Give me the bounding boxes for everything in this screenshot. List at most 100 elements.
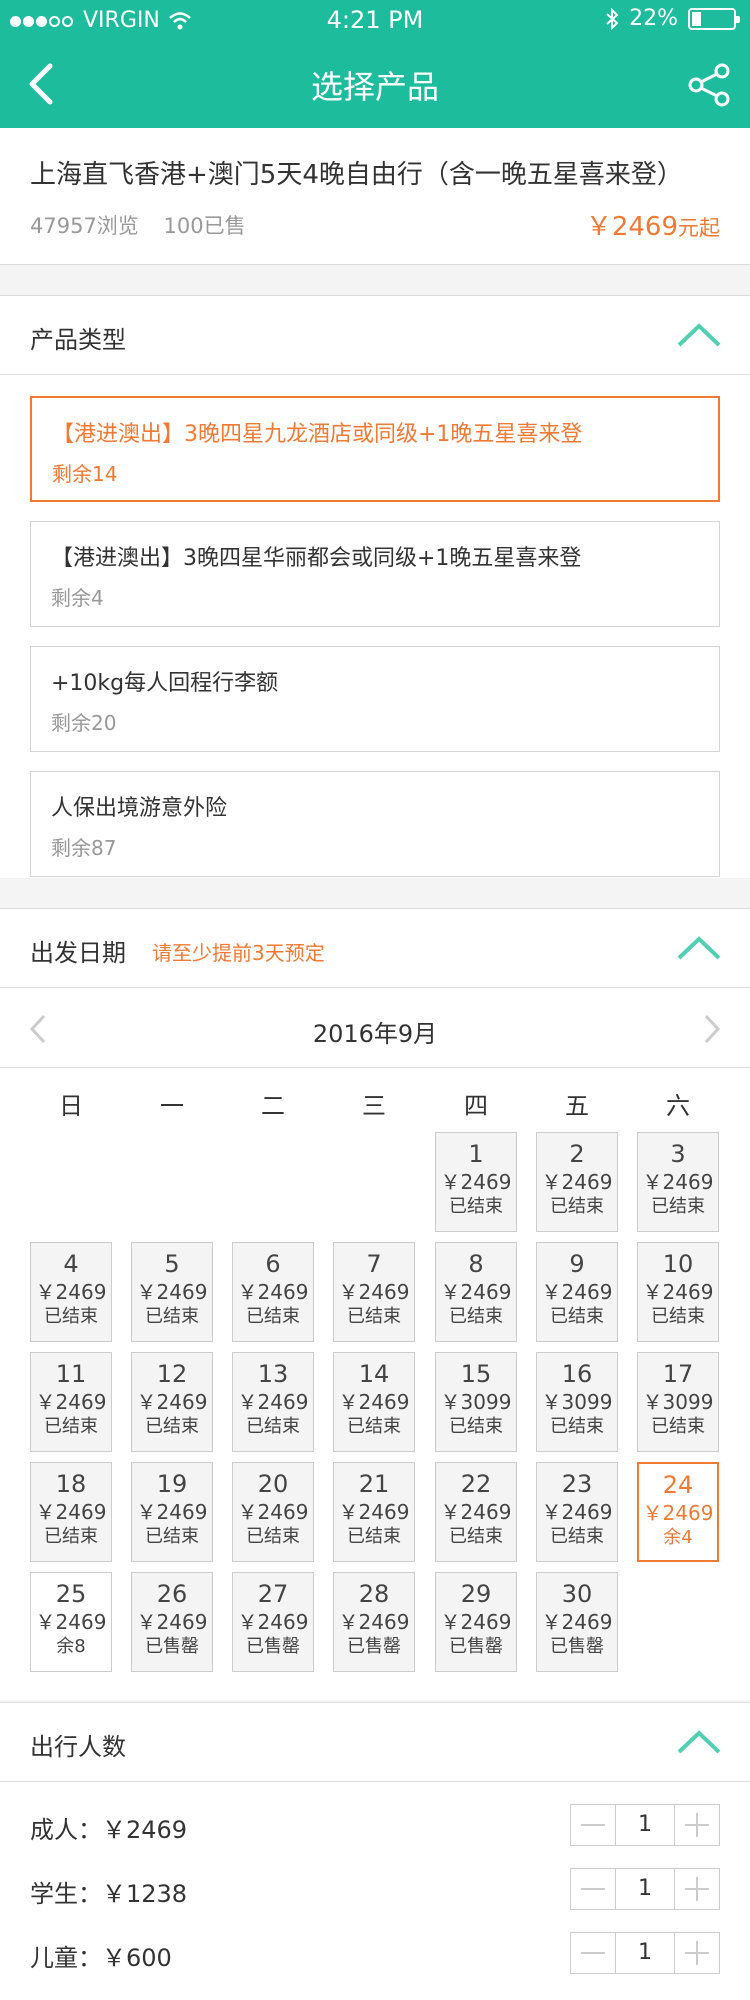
day-number: 18 bbox=[55, 1470, 87, 1498]
day-number: 5 bbox=[164, 1250, 180, 1278]
day-price: ￥2469 bbox=[237, 1390, 309, 1414]
battery-percent: 22% bbox=[629, 6, 678, 31]
calendar-day[interactable]: 7 ￥2469 已结束 bbox=[333, 1242, 415, 1342]
day-number: 20 bbox=[257, 1470, 289, 1498]
chevron-up-icon[interactable] bbox=[676, 1729, 722, 1755]
calendar-day[interactable]: 23 ￥2469 已结束 bbox=[536, 1462, 618, 1562]
calendar-day[interactable]: 17 ￥3099 已结束 bbox=[637, 1352, 719, 1452]
calendar-day[interactable]: 2 ￥2469 已结束 bbox=[536, 1132, 618, 1232]
calendar-day[interactable]: 20 ￥2469 已结束 bbox=[232, 1462, 314, 1562]
quantity-stepper: 1 bbox=[570, 1868, 720, 1910]
day-status: 已结束 bbox=[449, 1416, 503, 1437]
type-option-1[interactable]: 【港进澳出】3晚四星九龙酒店或同级+1晚五星喜来登 剩余14 bbox=[30, 396, 720, 502]
type-option-remain: 剩余87 bbox=[51, 836, 117, 860]
quantity-value[interactable]: 1 bbox=[615, 1805, 675, 1845]
calendar-day[interactable]: 4 ￥2469 已结束 bbox=[30, 1242, 112, 1342]
day-number: 12 bbox=[156, 1360, 188, 1388]
calendar-day[interactable]: 3 ￥2469 已结束 bbox=[637, 1132, 719, 1232]
divider bbox=[0, 878, 750, 908]
calendar-day[interactable]: 19 ￥2469 已结束 bbox=[131, 1462, 213, 1562]
types-header[interactable]: 产品类型 bbox=[0, 295, 750, 375]
day-price: ￥2469 bbox=[642, 1170, 714, 1194]
day-status: 已结束 bbox=[651, 1306, 705, 1327]
day-status: 已结束 bbox=[246, 1306, 300, 1327]
calendar-day[interactable]: 22 ￥2469 已结束 bbox=[435, 1462, 517, 1562]
type-option-2[interactable]: 【港进澳出】3晚四星华丽都会或同级+1晚五星喜来登 剩余4 bbox=[30, 521, 720, 627]
day-number: 4 bbox=[63, 1250, 79, 1278]
day-number: 6 bbox=[265, 1250, 281, 1278]
day-number: 26 bbox=[156, 1580, 188, 1608]
day-status: 已结束 bbox=[145, 1526, 199, 1547]
calendar-day[interactable]: 14 ￥2469 已结束 bbox=[333, 1352, 415, 1452]
calendar-day[interactable]: 26 ￥2469 已售罄 bbox=[131, 1572, 213, 1672]
calendar-day[interactable]: 25 ￥2469 余8 bbox=[30, 1572, 112, 1672]
plus-button[interactable] bbox=[675, 1805, 719, 1845]
plus-button[interactable] bbox=[675, 1933, 719, 1973]
day-price: ￥2469 bbox=[440, 1500, 512, 1524]
weekday-label: 五 bbox=[565, 1092, 589, 1120]
type-option-title: 【港进澳出】3晚四星华丽都会或同级+1晚五星喜来登 bbox=[51, 546, 582, 571]
day-status: 已结束 bbox=[651, 1416, 705, 1437]
travellers-label: 出行人数 bbox=[30, 1733, 126, 1761]
type-option-remain: 剩余14 bbox=[52, 462, 118, 486]
calendar-day[interactable]: 6 ￥2469 已结束 bbox=[232, 1242, 314, 1342]
calendar-day[interactable]: 27 ￥2469 已售罄 bbox=[232, 1572, 314, 1672]
day-status: 已结束 bbox=[550, 1526, 604, 1547]
quantity-stepper: 1 bbox=[570, 1804, 720, 1846]
day-status: 已结束 bbox=[347, 1416, 401, 1437]
sold-count: 100已售 bbox=[163, 214, 246, 238]
quantity-value[interactable]: 1 bbox=[615, 1933, 675, 1973]
day-status: 余4 bbox=[663, 1527, 693, 1548]
day-status: 已结束 bbox=[449, 1306, 503, 1327]
calendar-day[interactable]: 29 ￥2469 已售罄 bbox=[435, 1572, 517, 1672]
traveller-label: 儿童：￥600 bbox=[30, 1944, 172, 1972]
calendar-day[interactable]: 15 ￥3099 已结束 bbox=[435, 1352, 517, 1452]
minus-button[interactable] bbox=[571, 1933, 615, 1973]
minus-button[interactable] bbox=[571, 1869, 615, 1909]
type-option-3[interactable]: +10kg每人回程行李额 剩余20 bbox=[30, 646, 720, 752]
chevron-up-icon[interactable] bbox=[676, 322, 722, 348]
type-option-title: 【港进澳出】3晚四星九龙酒店或同级+1晚五星喜来登 bbox=[52, 422, 583, 447]
month-bar: 2016年9月 bbox=[0, 990, 750, 1068]
calendar-day[interactable]: 11 ￥2469 已结束 bbox=[30, 1352, 112, 1452]
day-number: 8 bbox=[468, 1250, 484, 1278]
calendar-day[interactable]: 13 ￥2469 已结束 bbox=[232, 1352, 314, 1452]
travellers-header[interactable]: 出行人数 bbox=[0, 1702, 750, 1782]
calendar-day[interactable]: 8 ￥2469 已结束 bbox=[435, 1242, 517, 1342]
type-option-remain: 剩余4 bbox=[51, 586, 104, 610]
day-number: 16 bbox=[561, 1360, 593, 1388]
minus-button[interactable] bbox=[571, 1805, 615, 1845]
chevron-up-icon[interactable] bbox=[676, 935, 722, 961]
date-header[interactable]: 出发日期 请至少提前3天预定 bbox=[0, 908, 750, 988]
day-price: ￥2469 bbox=[35, 1280, 107, 1304]
next-month-icon[interactable] bbox=[702, 1014, 722, 1044]
calendar-day[interactable]: 16 ￥3099 已结束 bbox=[536, 1352, 618, 1452]
type-option-remain: 剩余20 bbox=[51, 711, 117, 735]
type-option-4[interactable]: 人保出境游意外险 剩余87 bbox=[30, 771, 720, 877]
calendar-day[interactable]: 24 ￥2469 余4 bbox=[637, 1462, 719, 1562]
calendar-day[interactable]: 10 ￥2469 已结束 bbox=[637, 1242, 719, 1342]
day-price: ￥2469 bbox=[237, 1610, 309, 1634]
calendar-day[interactable]: 30 ￥2469 已售罄 bbox=[536, 1572, 618, 1672]
day-price: ￥2469 bbox=[642, 1501, 714, 1525]
quantity-value[interactable]: 1 bbox=[615, 1869, 675, 1909]
day-number: 1 bbox=[468, 1140, 484, 1168]
calendar-day[interactable]: 28 ￥2469 已售罄 bbox=[333, 1572, 415, 1672]
day-status: 已售罄 bbox=[246, 1636, 300, 1657]
day-price: ￥2469 bbox=[35, 1390, 107, 1414]
day-number: 3 bbox=[670, 1140, 686, 1168]
calendar-day[interactable]: 1 ￥2469 已结束 bbox=[435, 1132, 517, 1232]
calendar-day[interactable]: 9 ￥2469 已结束 bbox=[536, 1242, 618, 1342]
day-price: ￥2469 bbox=[237, 1500, 309, 1524]
calendar-day[interactable]: 18 ￥2469 已结束 bbox=[30, 1462, 112, 1562]
calendar-day[interactable]: 5 ￥2469 已结束 bbox=[131, 1242, 213, 1342]
plus-button[interactable] bbox=[675, 1869, 719, 1909]
type-option-title: +10kg每人回程行李额 bbox=[51, 671, 279, 696]
day-price: ￥2469 bbox=[338, 1280, 410, 1304]
calendar-day[interactable]: 12 ￥2469 已结束 bbox=[131, 1352, 213, 1452]
calendar-day[interactable]: 21 ￥2469 已结束 bbox=[333, 1462, 415, 1562]
view-count: 47957浏览 bbox=[30, 214, 139, 238]
share-icon[interactable] bbox=[686, 62, 732, 108]
day-price: ￥2469 bbox=[541, 1170, 613, 1194]
day-number: 14 bbox=[358, 1360, 390, 1388]
